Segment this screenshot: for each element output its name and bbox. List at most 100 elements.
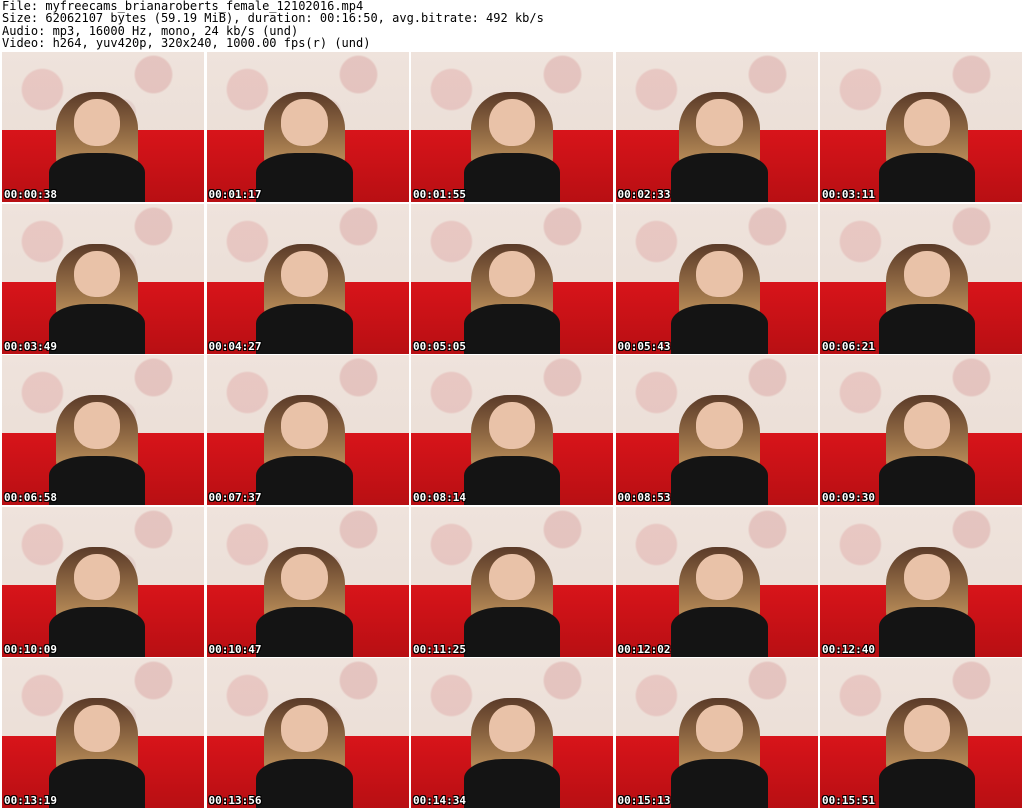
clothing [878, 758, 976, 808]
face [696, 250, 743, 298]
video-thumbnail: 00:12:40 [820, 506, 1022, 657]
face [488, 553, 536, 601]
video-thumbnail: 00:13:19 [2, 658, 204, 808]
video-thumbnail: 00:11:25 [411, 506, 613, 657]
face [903, 705, 951, 752]
face [281, 705, 328, 752]
person-figure [463, 388, 561, 505]
clothing [256, 304, 353, 354]
face [696, 705, 743, 752]
face [281, 250, 328, 298]
video-thumbnail: 00:00:38 [2, 52, 204, 202]
file-info-header: File: myfreecams_brianaroberts_female_12… [2, 0, 1022, 50]
timestamp-label: 00:07:37 [208, 491, 262, 504]
clothing [878, 607, 976, 657]
video-thumbnail: 00:09:30 [820, 355, 1022, 505]
face [903, 553, 951, 601]
face [73, 705, 121, 752]
video-thumbnail: 00:10:09 [2, 506, 204, 657]
timestamp-label: 00:05:43 [617, 339, 671, 353]
video-thumbnail: 00:13:56 [206, 658, 409, 808]
video-thumbnail: 00:04:27 [206, 203, 409, 354]
timestamp-label: 00:09:30 [822, 491, 875, 504]
person-figure [463, 237, 561, 354]
video-thumbnail: 00:06:21 [820, 203, 1022, 354]
face [696, 99, 743, 146]
clothing [463, 152, 561, 202]
timestamp-label: 00:12:40 [822, 642, 875, 656]
person-figure [48, 388, 146, 505]
video-thumbnail: 00:10:47 [206, 506, 409, 657]
clothing [256, 758, 353, 808]
video-thumbnail: 00:01:55 [411, 52, 613, 202]
face [696, 553, 743, 601]
person-figure [48, 237, 146, 354]
timestamp-label: 00:00:38 [4, 188, 57, 201]
file-size-line: Size: 62062107 bytes (59.19 MiB), durati… [2, 11, 544, 26]
face [488, 705, 536, 752]
face [903, 402, 951, 449]
person-figure [256, 85, 353, 202]
person-figure [878, 691, 976, 808]
clothing [671, 455, 768, 505]
timestamp-label: 00:06:58 [4, 491, 57, 504]
clothing [878, 455, 976, 505]
clothing [463, 455, 561, 505]
clothing [878, 152, 976, 202]
video-thumbnail: 00:05:05 [411, 203, 613, 354]
clothing [48, 607, 146, 657]
video-thumbnail: 00:14:34 [411, 658, 613, 808]
person-figure [256, 691, 353, 808]
video-thumbnail: 00:03:11 [820, 52, 1022, 202]
video-thumbnail: 00:05:43 [615, 203, 818, 354]
timestamp-label: 00:10:47 [208, 642, 262, 656]
clothing [671, 152, 768, 202]
clothing [463, 758, 561, 808]
video-thumbnail: 00:12:02 [615, 506, 818, 657]
timestamp-label: 00:04:27 [208, 339, 262, 353]
timestamp-label: 00:15:51 [822, 794, 875, 807]
video-thumbnail: 00:08:14 [411, 355, 613, 505]
person-figure [671, 388, 768, 505]
face [73, 402, 121, 449]
face [903, 99, 951, 146]
video-thumbnail: 00:03:49 [2, 203, 204, 354]
person-figure [671, 540, 768, 657]
timestamp-label: 00:06:21 [822, 339, 875, 353]
video-thumbnail: 00:06:58 [2, 355, 204, 505]
timestamp-label: 00:03:49 [4, 339, 57, 353]
video-thumbnail: 00:15:51 [820, 658, 1022, 808]
clothing [878, 304, 976, 354]
person-figure [463, 540, 561, 657]
person-figure [256, 388, 353, 505]
timestamp-label: 00:01:17 [208, 188, 262, 201]
person-figure [48, 85, 146, 202]
video-thumbnail: 00:15:13 [615, 658, 818, 808]
video-thumbnail: 00:07:37 [206, 355, 409, 505]
face [281, 553, 328, 601]
video-info-line: Video: h264, yuv420p, 320x240, 1000.00 f… [2, 35, 371, 50]
timestamp-label: 00:03:11 [822, 188, 875, 201]
clothing [671, 304, 768, 354]
clothing [671, 758, 768, 808]
timestamp-label: 00:13:56 [208, 794, 262, 807]
face [488, 250, 536, 298]
timestamp-label: 00:11:25 [413, 642, 466, 656]
video-thumbnail: 00:08:53 [615, 355, 818, 505]
clothing [256, 607, 353, 657]
person-figure [463, 691, 561, 808]
face [903, 250, 951, 298]
clothing [463, 304, 561, 354]
person-figure [878, 388, 976, 505]
person-figure [671, 85, 768, 202]
timestamp-label: 00:12:02 [617, 642, 671, 656]
face [281, 99, 328, 146]
face [73, 553, 121, 601]
timestamp-label: 00:15:13 [617, 794, 671, 807]
clothing [48, 152, 146, 202]
timestamp-label: 00:10:09 [4, 642, 57, 656]
face [281, 402, 328, 449]
person-figure [256, 237, 353, 354]
person-figure [878, 85, 976, 202]
face [73, 250, 121, 298]
